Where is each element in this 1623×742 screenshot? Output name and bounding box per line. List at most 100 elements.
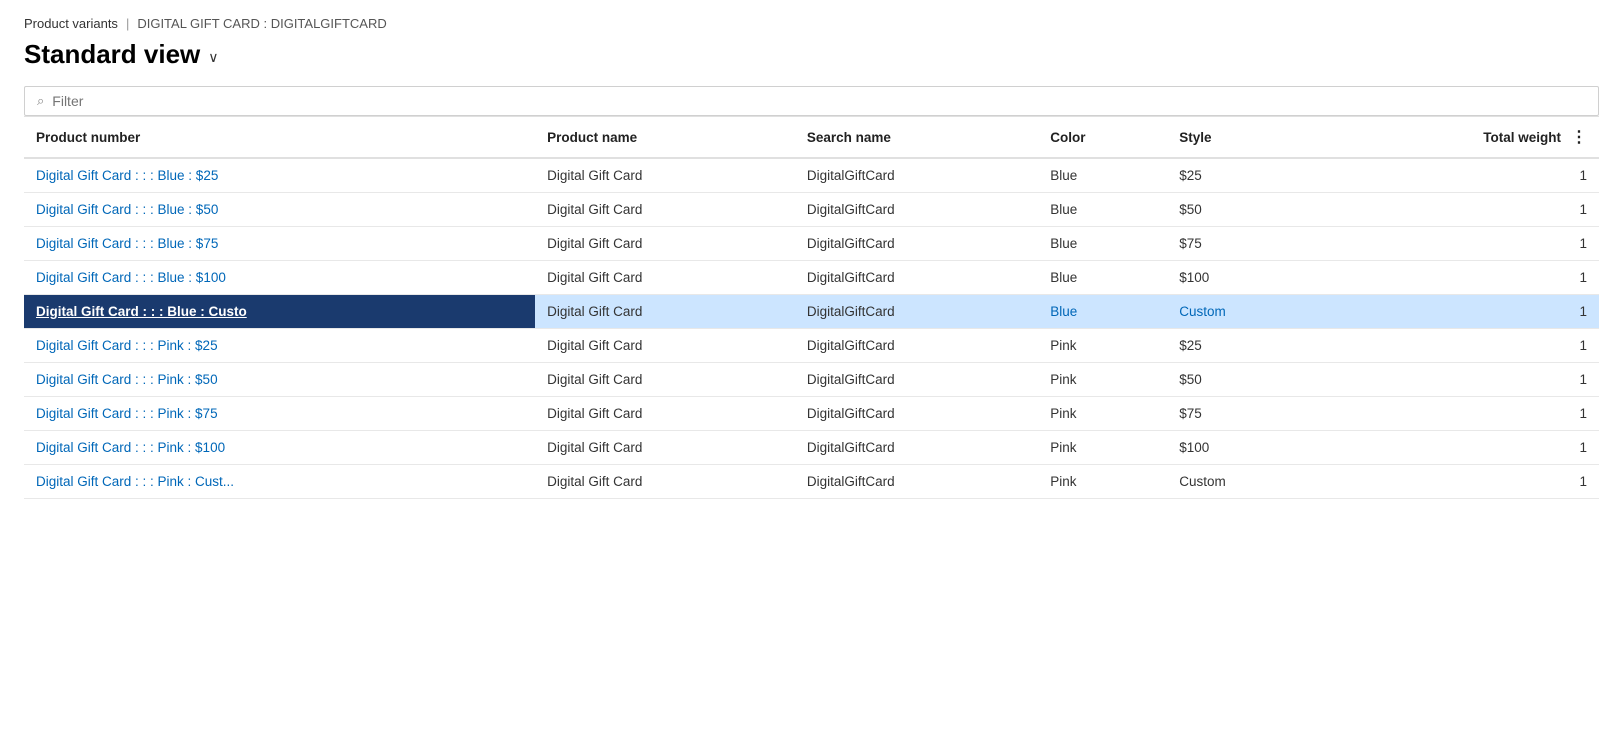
title-chevron-icon[interactable]: ∨ [208, 49, 218, 66]
total-weight-cell: 1 [1321, 227, 1599, 261]
style-cell: $75 [1167, 227, 1321, 261]
table-body: Digital Gift Card : : : Blue : $25 Digita… [24, 158, 1599, 499]
product-number-link[interactable]: Digital Gift Card : : : Pink : $75 [36, 406, 218, 421]
product-name-cell: Digital Gift Card [535, 227, 795, 261]
product-number-cell: Digital Gift Card : : : Pink : $75 [24, 397, 535, 431]
color-cell: Pink [1038, 465, 1167, 499]
color-cell: Pink [1038, 363, 1167, 397]
col-header-search-name: Search name [795, 117, 1038, 159]
style-cell: $25 [1167, 329, 1321, 363]
color-cell: Pink [1038, 397, 1167, 431]
filter-input[interactable] [52, 93, 1586, 109]
style-cell: $25 [1167, 158, 1321, 193]
col-header-product-number: Product number [24, 117, 535, 159]
product-name-cell: Digital Gift Card [535, 363, 795, 397]
style-cell: Custom [1167, 465, 1321, 499]
search-icon: ⌕ [37, 93, 44, 109]
product-number-cell: Digital Gift Card : : : Blue : Custo [24, 295, 535, 329]
total-weight-cell: 1 [1321, 295, 1599, 329]
style-cell: $75 [1167, 397, 1321, 431]
breadcrumb-current: DIGITAL GIFT CARD : DIGITALGIFTCARD [137, 16, 386, 31]
total-weight-cell: 1 [1321, 363, 1599, 397]
table-row[interactable]: Digital Gift Card : : : Pink : $75 Digita… [24, 397, 1599, 431]
page-title-row: Standard view ∨ [24, 39, 1599, 70]
style-cell: Custom [1167, 295, 1321, 329]
style-cell: $50 [1167, 363, 1321, 397]
product-number-cell: Digital Gift Card : : : Blue : $75 [24, 227, 535, 261]
search-name-cell: DigitalGiftCard [795, 261, 1038, 295]
product-name-cell: Digital Gift Card [535, 397, 795, 431]
product-number-link[interactable]: Digital Gift Card : : : Pink : $25 [36, 338, 218, 353]
table-row[interactable]: Digital Gift Card : : : Blue : $75 Digita… [24, 227, 1599, 261]
total-weight-cell: 1 [1321, 261, 1599, 295]
search-name-cell: DigitalGiftCard [795, 158, 1038, 193]
total-weight-cell: 1 [1321, 397, 1599, 431]
filter-bar: ⌕ [24, 86, 1599, 116]
table-row[interactable]: Digital Gift Card : : : Blue : $25 Digita… [24, 158, 1599, 193]
col-header-color: Color [1038, 117, 1167, 159]
product-number-link[interactable]: Digital Gift Card : : : Pink : Cust... [36, 474, 234, 489]
search-name-cell: DigitalGiftCard [795, 363, 1038, 397]
product-number-link[interactable]: Digital Gift Card : : : Blue : $25 [36, 168, 218, 183]
column-menu-icon[interactable]: ⋮ [1571, 127, 1587, 147]
product-number-cell: Digital Gift Card : : : Pink : $50 [24, 363, 535, 397]
product-name-cell: Digital Gift Card [535, 158, 795, 193]
product-number-link[interactable]: Digital Gift Card : : : Blue : $50 [36, 202, 218, 217]
page-title: Standard view [24, 39, 200, 70]
table-row[interactable]: Digital Gift Card : : : Blue : $100 Digit… [24, 261, 1599, 295]
table-row[interactable]: Digital Gift Card : : : Blue : $50 Digita… [24, 193, 1599, 227]
search-name-cell: DigitalGiftCard [795, 397, 1038, 431]
color-cell: Blue [1038, 158, 1167, 193]
style-cell: $50 [1167, 193, 1321, 227]
product-name-cell: Digital Gift Card [535, 193, 795, 227]
total-weight-cell: 1 [1321, 465, 1599, 499]
breadcrumb-link[interactable]: Product variants [24, 16, 118, 31]
color-cell: Blue [1038, 261, 1167, 295]
color-cell: Blue [1038, 227, 1167, 261]
product-number-cell: Digital Gift Card : : : Blue : $50 [24, 193, 535, 227]
color-cell: Blue [1038, 295, 1167, 329]
style-cell: $100 [1167, 431, 1321, 465]
search-name-cell: DigitalGiftCard [795, 431, 1038, 465]
search-name-cell: DigitalGiftCard [795, 465, 1038, 499]
product-number-cell: Digital Gift Card : : : Pink : $25 [24, 329, 535, 363]
table-header-row: Product number Product name Search name … [24, 117, 1599, 159]
product-name-cell: Digital Gift Card [535, 431, 795, 465]
table-row[interactable]: Digital Gift Card : : : Pink : Cust... Di… [24, 465, 1599, 499]
col-header-product-name: Product name [535, 117, 795, 159]
color-cell: Pink [1038, 329, 1167, 363]
search-name-cell: DigitalGiftCard [795, 329, 1038, 363]
breadcrumb-separator: | [126, 16, 129, 31]
variants-table: Product number Product name Search name … [24, 116, 1599, 499]
search-name-cell: DigitalGiftCard [795, 193, 1038, 227]
product-name-cell: Digital Gift Card [535, 465, 795, 499]
table-row[interactable]: Digital Gift Card : : : Pink : $50 Digita… [24, 363, 1599, 397]
product-number-link[interactable]: Digital Gift Card : : : Pink : $50 [36, 372, 218, 387]
search-name-cell: DigitalGiftCard [795, 227, 1038, 261]
search-name-cell: DigitalGiftCard [795, 295, 1038, 329]
total-weight-cell: 1 [1321, 431, 1599, 465]
breadcrumb: Product variants | DIGITAL GIFT CARD : D… [24, 16, 1599, 31]
table-row[interactable]: Digital Gift Card : : : Pink : $25 Digita… [24, 329, 1599, 363]
product-number-cell: Digital Gift Card : : : Blue : $100 [24, 261, 535, 295]
table-row[interactable]: Digital Gift Card : : : Blue : Custo Digi… [24, 295, 1599, 329]
product-number-cell: Digital Gift Card : : : Pink : $100 [24, 431, 535, 465]
product-number-cell: Digital Gift Card : : : Pink : Cust... [24, 465, 535, 499]
total-weight-cell: 1 [1321, 158, 1599, 193]
table-row[interactable]: Digital Gift Card : : : Pink : $100 Digit… [24, 431, 1599, 465]
product-number-link[interactable]: Digital Gift Card : : : Pink : $100 [36, 440, 225, 455]
product-number-link[interactable]: Digital Gift Card : : : Blue : $100 [36, 270, 226, 285]
product-name-cell: Digital Gift Card [535, 295, 795, 329]
product-name-cell: Digital Gift Card [535, 261, 795, 295]
product-number-cell: Digital Gift Card : : : Blue : $25 [24, 158, 535, 193]
total-weight-cell: 1 [1321, 329, 1599, 363]
product-name-cell: Digital Gift Card [535, 329, 795, 363]
color-cell: Blue [1038, 193, 1167, 227]
page-container: Product variants | DIGITAL GIFT CARD : D… [0, 0, 1623, 742]
col-header-style: Style [1167, 117, 1321, 159]
product-number-link[interactable]: Digital Gift Card : : : Blue : $75 [36, 236, 218, 251]
product-number-link[interactable]: Digital Gift Card : : : Blue : Custo [36, 304, 247, 319]
style-cell: $100 [1167, 261, 1321, 295]
color-cell: Pink [1038, 431, 1167, 465]
col-header-total-weight: Total weight ⋮ [1321, 117, 1599, 159]
